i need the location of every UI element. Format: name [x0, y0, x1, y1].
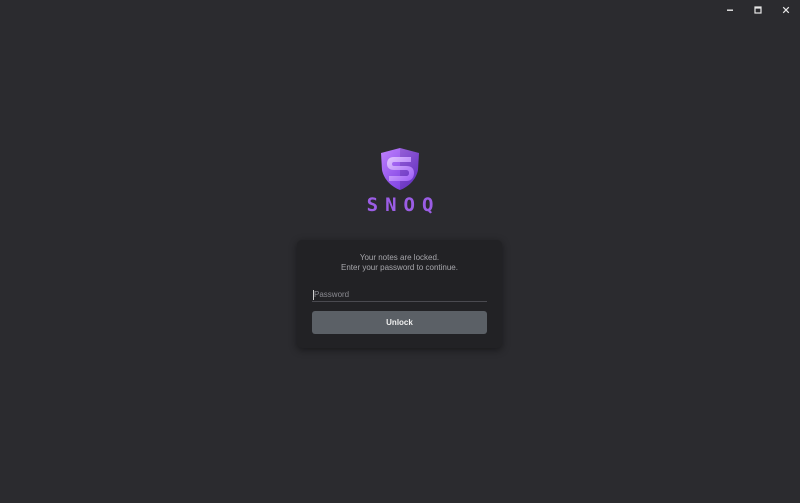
minimize-icon: [727, 9, 733, 11]
minimize-button[interactable]: [716, 0, 744, 20]
lock-message-line1: Your notes are locked.: [359, 253, 440, 262]
close-button[interactable]: [772, 0, 800, 20]
password-input[interactable]: [312, 288, 487, 302]
maximize-button[interactable]: [744, 0, 772, 20]
close-icon: [782, 6, 790, 14]
shield-logo-icon: [381, 148, 419, 190]
lock-message: Your notes are locked. Enter your passwo…: [297, 253, 502, 273]
title-bar: [716, 0, 800, 20]
app-logo: SNOQ: [360, 146, 440, 220]
lock-message-line2: Enter your password to continue.: [341, 263, 458, 272]
maximize-icon: [754, 6, 762, 14]
text-caret: [313, 290, 314, 300]
app-window: SNOQ Your notes are locked. Enter your p…: [0, 0, 800, 503]
unlock-button[interactable]: Unlock: [312, 311, 487, 334]
brand-wordmark: SNOQ: [366, 194, 441, 216]
unlock-card: Your notes are locked. Enter your passwo…: [297, 240, 502, 348]
